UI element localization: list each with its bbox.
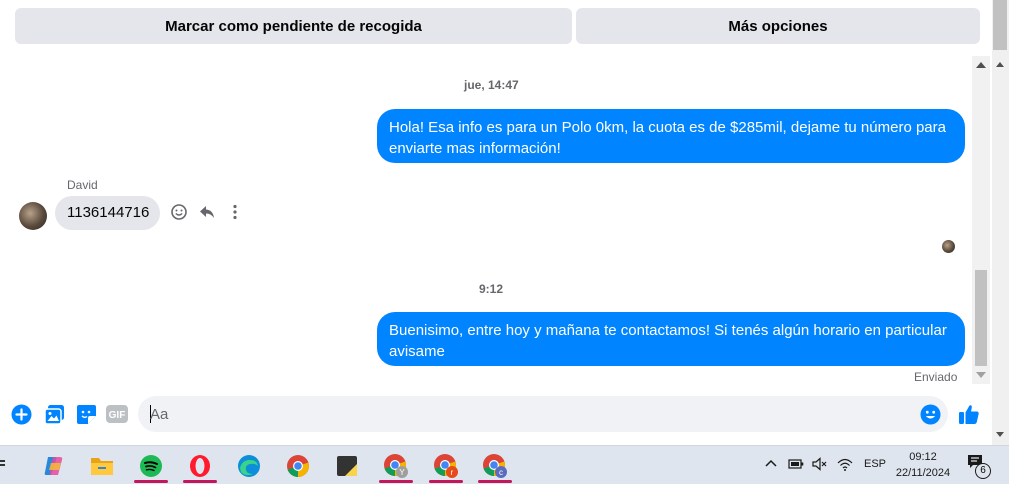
sticker-icon[interactable] xyxy=(75,403,97,425)
scroll-thumb[interactable] xyxy=(975,270,987,366)
message-composer: GIF xyxy=(0,392,992,436)
widgets-icon[interactable] xyxy=(0,449,12,483)
page-scroll-up-icon[interactable] xyxy=(996,62,1004,67)
clock-time: 09:12 xyxy=(909,451,937,463)
gif-icon[interactable]: GIF xyxy=(106,403,128,425)
chrome-icon[interactable] xyxy=(279,449,317,483)
chevron-up-icon[interactable] xyxy=(765,458,777,470)
conversation-area: jue, 14:47 Hola! Esa info es para un Pol… xyxy=(0,56,972,388)
battery-icon[interactable] xyxy=(788,458,804,473)
incoming-message[interactable]: 1136144716 xyxy=(55,196,160,230)
more-actions-icon[interactable] xyxy=(225,202,245,222)
language-indicator[interactable]: ESP xyxy=(864,458,886,470)
outgoing-message[interactable]: Hola! Esa info es para un Polo 0km, la c… xyxy=(377,109,965,163)
spotify-icon[interactable] xyxy=(132,449,170,483)
plus-icon[interactable] xyxy=(10,403,32,425)
opera-icon[interactable] xyxy=(181,449,219,483)
profile-r-label: r xyxy=(451,468,454,477)
windows-taskbar: Y r c ESP 09:12 22/11/2024 6 xyxy=(0,445,1009,484)
clock-date: 22/11/2024 xyxy=(895,467,951,479)
photo-icon[interactable] xyxy=(43,403,65,425)
page-scroll-thumb[interactable] xyxy=(993,0,1007,50)
message-input[interactable] xyxy=(150,396,910,432)
outgoing-message[interactable]: Buenisimo, entre hoy y mañana te contact… xyxy=(377,312,965,366)
file-explorer-icon[interactable] xyxy=(83,449,121,483)
sender-name: David xyxy=(67,178,98,192)
seen-indicator-avatar xyxy=(942,240,955,253)
reply-icon[interactable] xyxy=(197,202,217,222)
timestamp: jue, 14:47 xyxy=(464,78,519,92)
taskbar-clock[interactable]: 09:12 22/11/2024 xyxy=(888,449,958,481)
copilot-icon[interactable] xyxy=(35,449,73,483)
thumbs-up-icon[interactable] xyxy=(958,403,980,425)
message-input-container[interactable] xyxy=(138,396,948,432)
gif-label: GIF xyxy=(109,410,126,421)
page-scrollbar[interactable] xyxy=(992,0,1009,445)
edge-icon[interactable] xyxy=(230,449,268,483)
more-options-button[interactable]: Más opciones xyxy=(576,8,980,44)
sticky-notes-icon[interactable] xyxy=(328,449,366,483)
chrome-profile-r-icon[interactable]: r xyxy=(427,449,465,483)
mark-pending-pickup-button[interactable]: Marcar como pendiente de recogida xyxy=(15,8,572,44)
react-icon[interactable] xyxy=(169,202,189,222)
chrome-profile-y-icon[interactable]: Y xyxy=(377,449,415,483)
messenger-window: Marcar como pendiente de recogida Más op… xyxy=(0,0,992,445)
volume-muted-icon[interactable] xyxy=(812,457,828,474)
notification-count-badge: 6 xyxy=(975,463,991,479)
scroll-up-arrow-icon[interactable] xyxy=(976,62,986,68)
chrome-profile-c-icon[interactable]: c xyxy=(476,449,514,483)
page-scroll-down-icon[interactable] xyxy=(996,432,1004,437)
timestamp: 9:12 xyxy=(479,282,504,296)
emoji-icon[interactable] xyxy=(919,403,941,425)
delivery-status: Enviado xyxy=(914,370,958,384)
scroll-down-arrow-icon[interactable] xyxy=(976,372,986,378)
profile-c-label: c xyxy=(499,468,503,477)
profile-y-label: Y xyxy=(399,468,405,477)
chat-scrollbar[interactable] xyxy=(972,56,990,384)
avatar[interactable] xyxy=(19,202,47,230)
wifi-icon[interactable] xyxy=(837,457,853,474)
